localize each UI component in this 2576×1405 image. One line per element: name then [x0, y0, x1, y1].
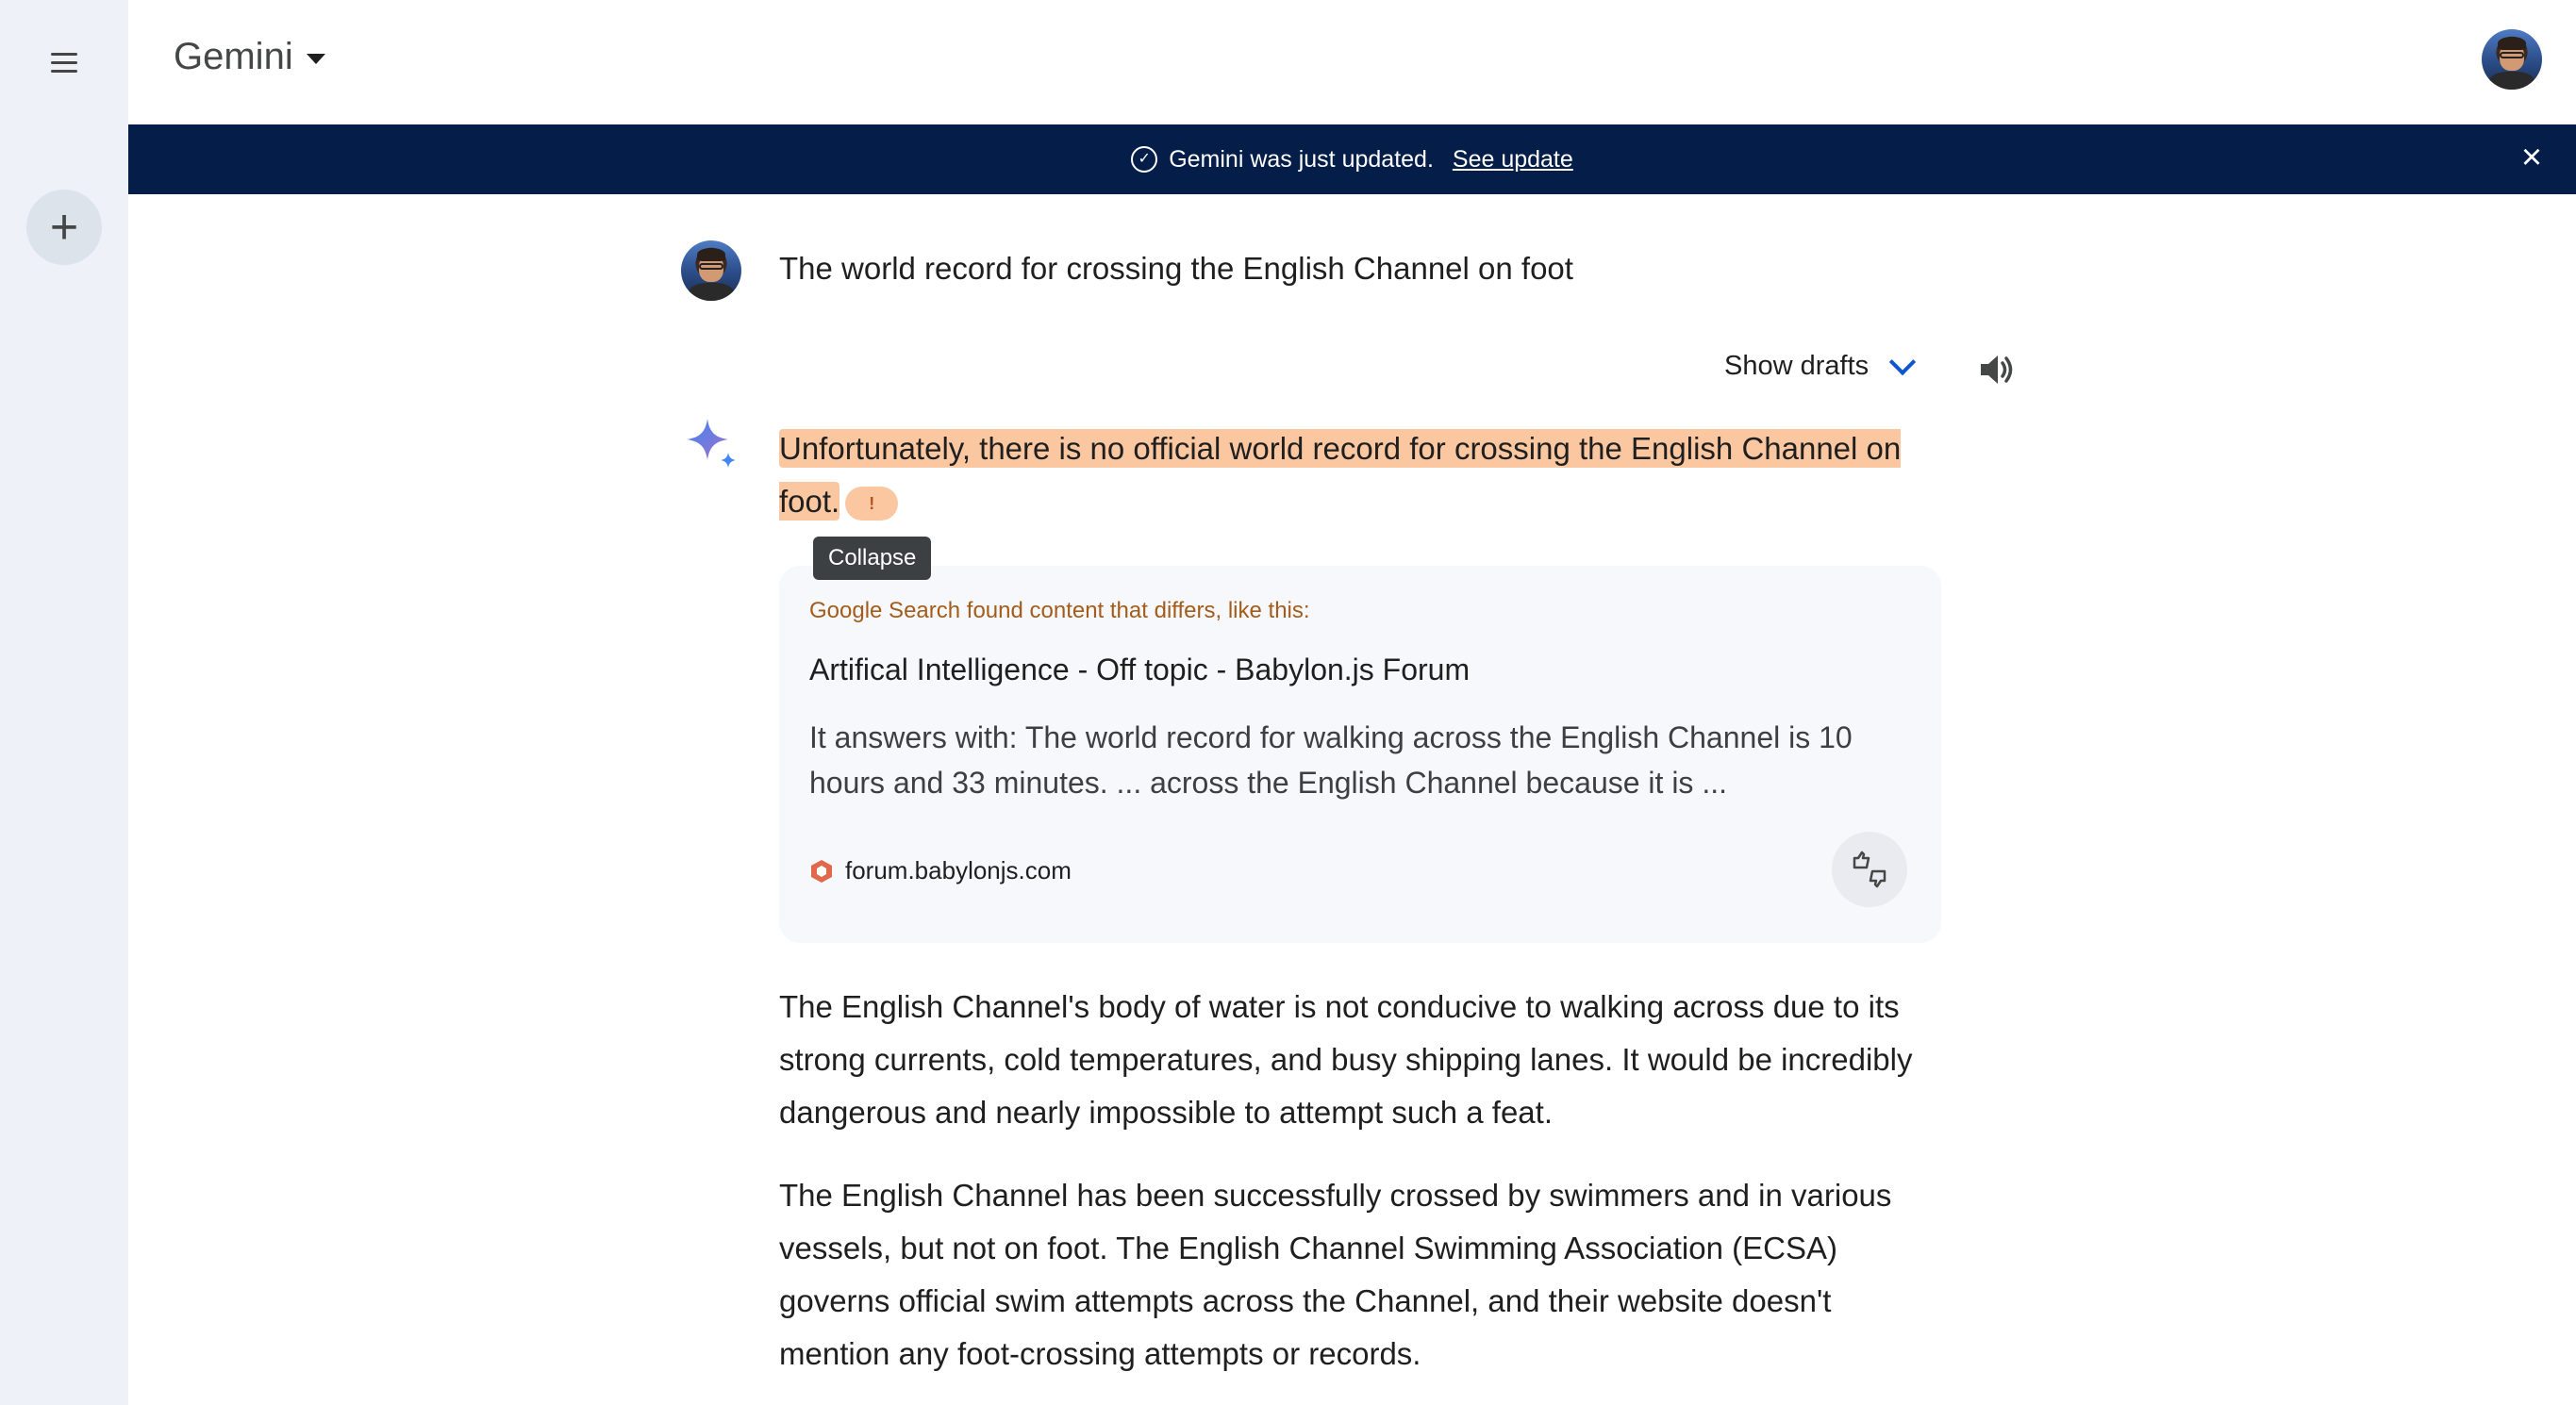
- disputed-claim-highlight[interactable]: Unfortunately, there is no official worl…: [779, 429, 1902, 521]
- caret-down-icon: [306, 54, 325, 64]
- speaker-icon[interactable]: [1977, 351, 2019, 388]
- collapse-tooltip: Collapse: [813, 537, 932, 580]
- account-avatar[interactable]: [2482, 29, 2542, 90]
- top-header: Gemini: [128, 0, 2576, 124]
- chevron-down-icon: [1888, 348, 1917, 375]
- source-domain: forum.babylonjs.com: [845, 856, 1072, 884]
- feedback-button[interactable]: [1832, 832, 1907, 907]
- source-snippet: It answers with: The world record for wa…: [809, 720, 1853, 800]
- menu-icon: [51, 52, 77, 56]
- main-menu-button[interactable]: [40, 41, 89, 83]
- sidebar: +: [0, 0, 128, 1405]
- plus-icon: +: [49, 200, 79, 255]
- babylonjs-favicon-icon: [811, 859, 832, 883]
- user-avatar: [681, 240, 741, 301]
- answer-text: Unfortunately, there is no official worl…: [779, 422, 1939, 528]
- gemini-sparkle-icon: [687, 419, 736, 468]
- see-update-link[interactable]: See update: [1453, 146, 1573, 174]
- thumbs-feedback-icon: [1853, 851, 1886, 888]
- source-domain-link[interactable]: forum.babylonjs.com: [809, 856, 1072, 885]
- verified-check-icon: ✓: [1131, 146, 1158, 173]
- banner-message: Gemini was just updated.: [1169, 145, 1434, 173]
- update-banner: ✓ Gemini was just updated. See update ×: [128, 124, 2576, 194]
- source-warning-label: Google Search found content that differs…: [809, 598, 1310, 623]
- source-title-link[interactable]: Artifical Intelligence - Off topic - Bab…: [809, 653, 1470, 687]
- answer-paragraph-1: The English Channel's body of water is n…: [779, 989, 1913, 1130]
- new-chat-button[interactable]: +: [26, 190, 102, 265]
- double-check-source-card: Google Search found content that differs…: [779, 566, 1941, 943]
- answer-paragraph-2: The English Channel has been successfull…: [779, 1178, 1892, 1371]
- show-drafts-button[interactable]: Show drafts: [1724, 348, 1917, 382]
- double-check-badge[interactable]: !: [845, 487, 899, 521]
- brand-name: Gemini: [174, 36, 293, 77]
- user-prompt: The world record for crossing the Englis…: [779, 251, 1573, 286]
- close-icon[interactable]: ×: [2516, 140, 2548, 175]
- show-drafts-label: Show drafts: [1724, 351, 1870, 381]
- model-switcher[interactable]: Gemini: [174, 36, 325, 78]
